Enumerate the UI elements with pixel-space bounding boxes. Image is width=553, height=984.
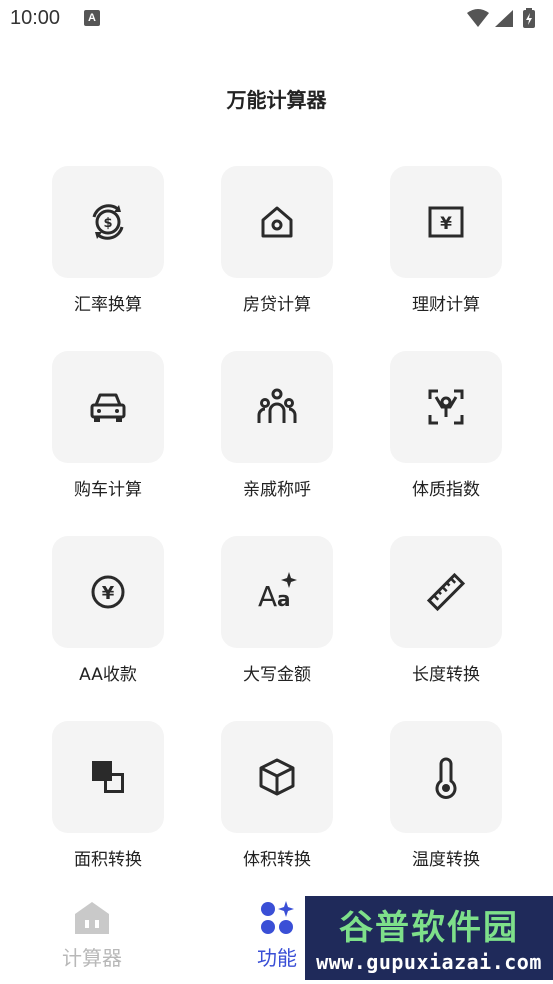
tool-bmi-button[interactable] [390, 351, 502, 463]
notification-a-icon: A [84, 10, 100, 26]
tool-label: 房贷计算 [243, 295, 311, 315]
tool-car-purchase-button[interactable] [52, 351, 164, 463]
currency-exchange-icon: $ [92, 204, 124, 240]
watermark-url: www.gupuxiazai.com [316, 950, 542, 974]
tool-label: 面积转换 [74, 850, 142, 870]
cube-icon [259, 758, 295, 796]
yen-banknote-icon: ¥ [428, 206, 464, 238]
watermark-logo: 谷普软件园 www.gupuxiazai.com [305, 896, 553, 980]
status-time: 10:00 [10, 7, 61, 29]
text-sparkle-icon: A a [258, 572, 297, 613]
family-icon [257, 388, 297, 423]
house-icon [261, 206, 293, 238]
tool-exchange-rate-button[interactable]: $ [52, 166, 164, 278]
body-scan-icon [428, 389, 464, 425]
tool-uppercase-amount-button[interactable]: A a [221, 536, 333, 648]
status-indicators [467, 8, 535, 28]
tool-label: 大写金额 [243, 665, 311, 685]
svg-text:¥: ¥ [102, 583, 115, 604]
overlap-squares-icon [92, 761, 124, 793]
thermometer-icon [435, 757, 457, 799]
watermark-title: 谷普软件园 [339, 908, 519, 948]
tool-relatives-button[interactable] [221, 351, 333, 463]
tool-label: 体质指数 [412, 480, 480, 500]
tool-volume-button[interactable] [221, 721, 333, 833]
tool-label: 理财计算 [412, 295, 480, 315]
tool-finance-button[interactable]: ¥ [390, 166, 502, 278]
ruler-icon [426, 572, 466, 612]
tool-label: 体积转换 [243, 850, 311, 870]
yen-coin-icon: ¥ [91, 575, 125, 609]
svg-text:¥: ¥ [440, 214, 452, 234]
tool-length-button[interactable] [390, 536, 502, 648]
tool-label: AA收款 [79, 665, 137, 685]
tool-label: 购车计算 [74, 480, 142, 500]
wifi-icon [467, 9, 489, 27]
tool-area-button[interactable] [52, 721, 164, 833]
tool-label: 长度转换 [412, 665, 480, 685]
tool-split-bill-button[interactable]: ¥ [52, 536, 164, 648]
svg-text:a: a [277, 587, 291, 611]
signal-icon [495, 10, 513, 27]
page-title: 万能计算器 [226, 88, 327, 112]
svg-text:$: $ [103, 216, 112, 231]
tool-temperature-button[interactable] [390, 721, 502, 833]
battery-icon [523, 8, 535, 28]
car-icon [90, 393, 126, 422]
status-bar: 10:00 A [0, 0, 553, 38]
apps-icon [261, 901, 294, 934]
tool-label: 汇率换算 [74, 295, 142, 315]
svg-text:A: A [258, 580, 277, 613]
tool-mortgage-button[interactable] [221, 166, 333, 278]
nav-calculator[interactable]: 计算器 [22, 890, 162, 984]
tool-label: 亲戚称呼 [243, 480, 311, 500]
nav-functions-label: 功能 [257, 946, 297, 970]
nav-calculator-label: 计算器 [62, 946, 122, 970]
home-icon [75, 902, 109, 934]
tool-label: 温度转换 [412, 850, 480, 870]
